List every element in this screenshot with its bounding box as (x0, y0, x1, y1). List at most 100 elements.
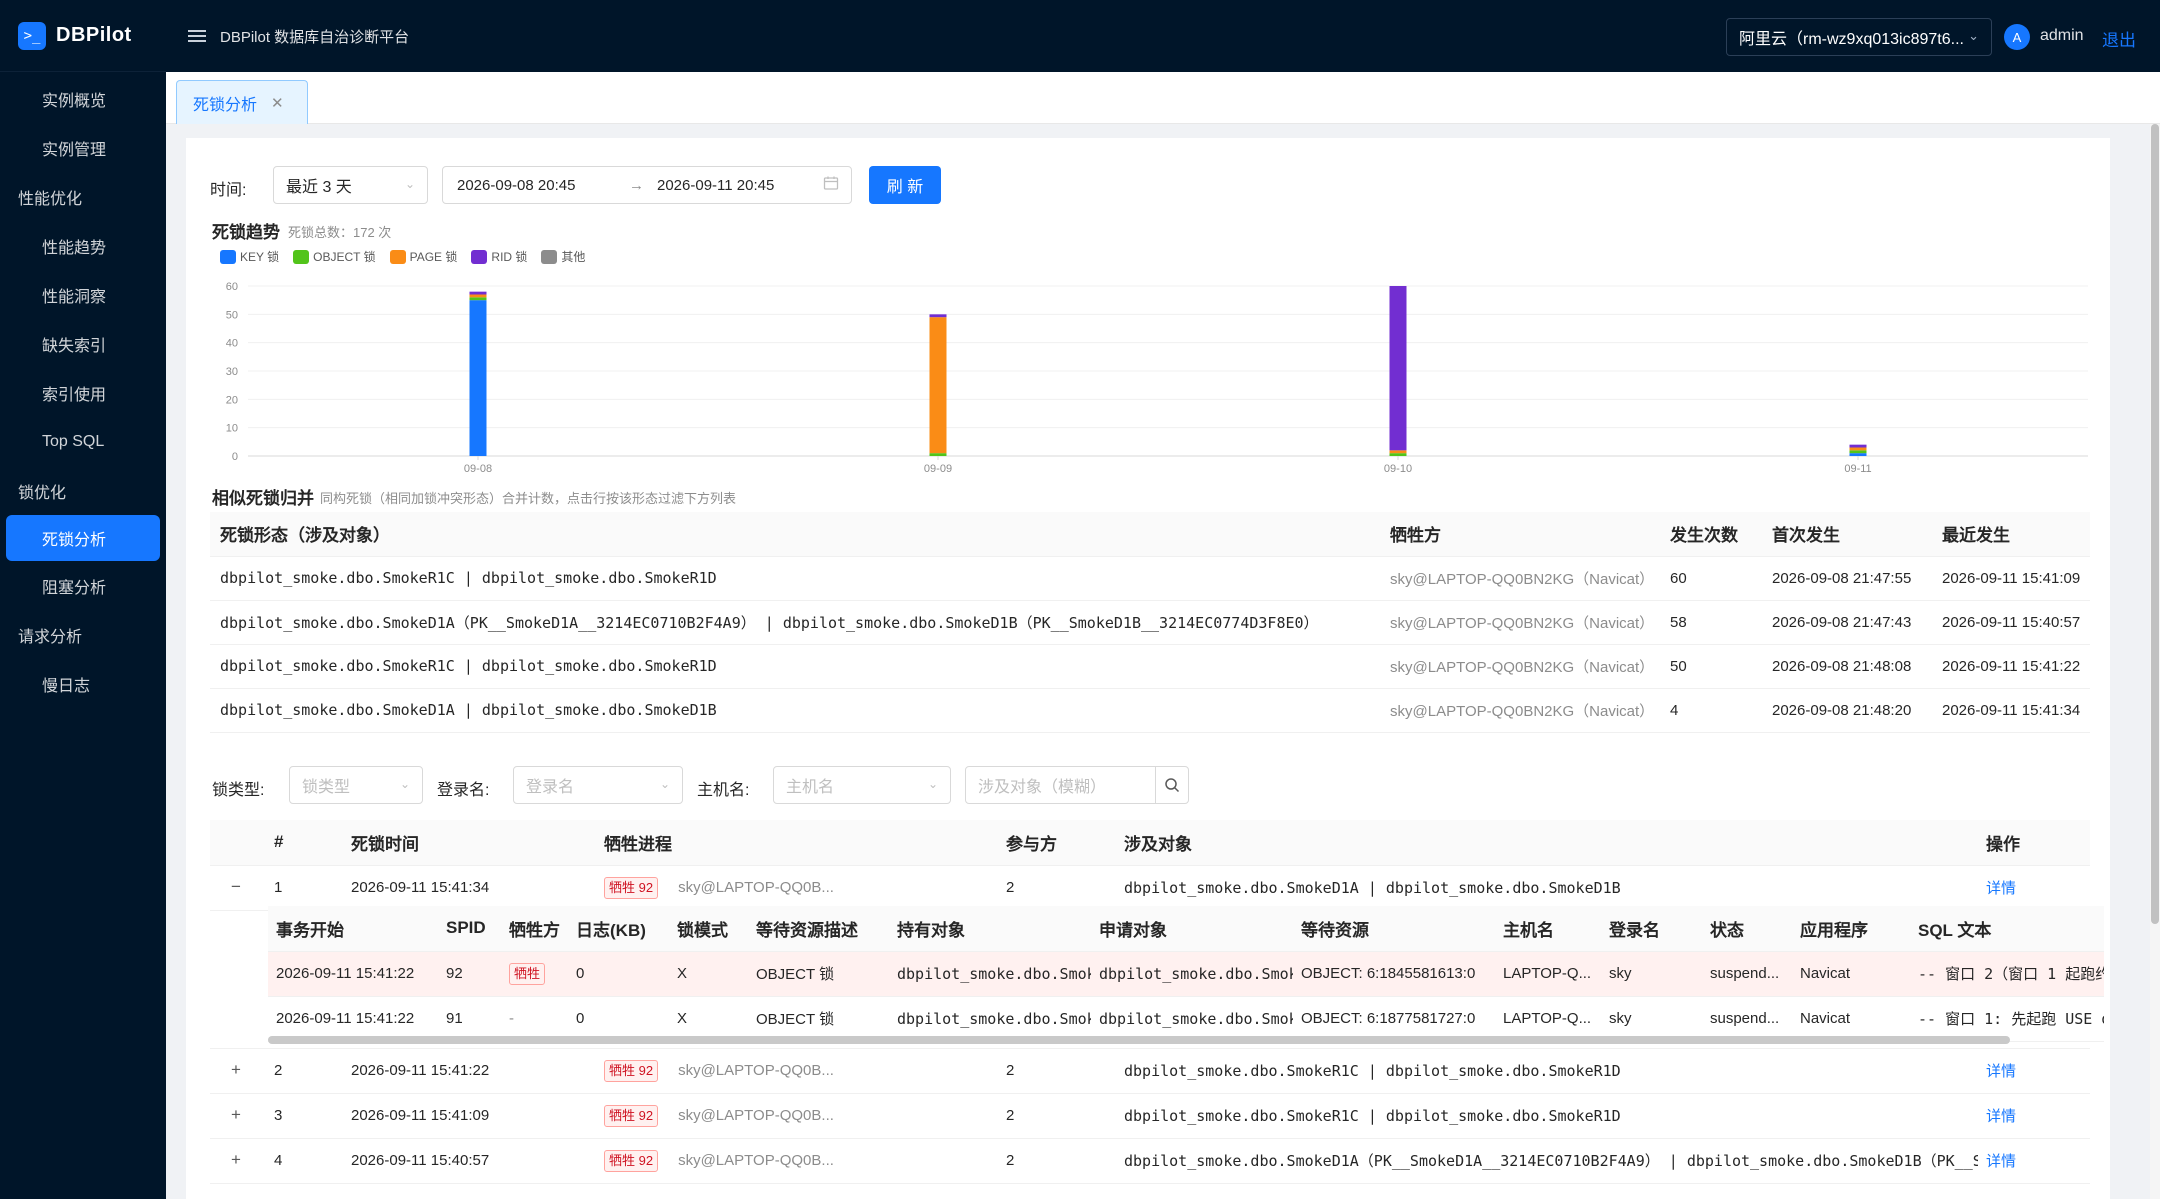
login-select[interactable]: 登录名 ⌄ (513, 766, 683, 804)
similar-row[interactable]: dbpilot_smoke.dbo.SmokeR1C | dbpilot_smo… (210, 556, 2090, 601)
page-scrollbar-thumb[interactable] (2151, 124, 2159, 924)
details-link[interactable]: 详情 (1986, 1063, 2016, 1080)
time-label: 时间: (210, 182, 247, 199)
deadlock-detail-table: 事务开始 SPID 牺牲方 日志(KB) 锁模式 等待资源描述 持有对象 申请对象 等待资源 主机… (268, 906, 2104, 1042)
time-range-select[interactable]: 最近 3 天 ⌄ (273, 166, 428, 204)
col-victim: 牺牲方 (1380, 512, 1660, 557)
host-select[interactable]: 主机名 ⌄ (773, 766, 951, 804)
sidebar-item-10[interactable]: 阻塞分析 (0, 561, 166, 610)
col-victim-process: 牺牲进程 (596, 820, 998, 866)
sidebar-item-6[interactable]: 索引使用 (0, 368, 166, 417)
sidebar-item-9[interactable]: 死锁分析 (6, 515, 160, 561)
bar-segment[interactable] (1849, 450, 1867, 454)
tab-deadlock-analysis[interactable]: 死锁分析 ✕ (176, 80, 308, 124)
sidebar-item-4[interactable]: 性能洞察 (0, 270, 166, 319)
count-cell: 50 (1660, 644, 1762, 689)
bar-segment[interactable] (929, 317, 947, 454)
menu-toggle-icon[interactable] (188, 30, 206, 42)
detail-start-cell: 2026-09-11 15:41:22 (268, 996, 438, 1042)
detail-mode-cell: X (669, 951, 748, 997)
similar-row[interactable]: dbpilot_smoke.dbo.SmokeD1A | dbpilot_smo… (210, 688, 2090, 733)
detail-col: 锁模式 (669, 906, 748, 952)
expand-icon[interactable]: + (228, 1106, 244, 1123)
sidebar-item-2[interactable]: 性能优化 (0, 172, 166, 221)
y-tick-label: 0 (232, 451, 238, 463)
table-row[interactable]: − 1 2026-09-11 15:41:34 牺牲 92 sky@LAPTOP-QQ0… (210, 865, 2090, 911)
action-cell: 详情 (1978, 1093, 2090, 1139)
host-placeholder: 主机名 (786, 779, 835, 796)
legend-item[interactable]: 其他 (541, 248, 585, 265)
sidebar-item-11[interactable]: 请求分析 (0, 610, 166, 659)
details-link[interactable]: 详情 (1986, 880, 2016, 897)
legend-item[interactable]: RID 锁 (471, 248, 527, 265)
bar-segment[interactable] (1849, 453, 1867, 456)
horizontal-scrollbar[interactable] (268, 1036, 2010, 1044)
detail-start-cell: 2026-09-11 15:41:22 (268, 951, 438, 997)
sidebar-item-1[interactable]: 实例管理 (0, 123, 166, 172)
lock-type-select[interactable]: 锁类型 ⌄ (289, 766, 423, 804)
expand-icon[interactable]: + (228, 1151, 244, 1168)
sidebar-item-5[interactable]: 缺失索引 (0, 319, 166, 368)
refresh-button[interactable]: 刷 新 (869, 166, 941, 204)
calendar-icon[interactable] (823, 175, 839, 195)
bar-segment[interactable] (469, 300, 487, 456)
detail-held-cell: dbpilot_smoke.dbo.Smoke... (889, 951, 1091, 997)
instance-select[interactable]: 阿里云（rm-wz9xq013ic897t6... ⌄ (1726, 18, 1992, 56)
similar-row[interactable]: dbpilot_smoke.dbo.SmokeD1A（PK__SmokeD1A_… (210, 600, 2090, 645)
sidebar-item-label: 性能洞察 (42, 288, 107, 306)
sidebar-item-12[interactable]: 慢日志 (0, 659, 166, 708)
bar-segment[interactable] (929, 314, 947, 318)
sidebar-item-3[interactable]: 性能趋势 (0, 221, 166, 270)
bar-segment[interactable] (929, 453, 947, 456)
legend-label: OBJECT 锁 (313, 250, 376, 264)
legend-item[interactable]: KEY 锁 (220, 248, 279, 265)
bar-segment[interactable] (1389, 453, 1407, 456)
table-row[interactable]: +2 2026-09-11 15:41:22 牺牲 92 sky@LAPTOP-QQ0… (210, 1048, 2090, 1094)
bar-segment[interactable] (1849, 444, 1867, 448)
y-tick-label: 20 (226, 394, 238, 406)
details-link[interactable]: 详情 (1986, 1108, 2016, 1125)
detail-wait-cell: OBJECT: 6:1845581613:0 (1293, 951, 1495, 997)
table-row[interactable]: +4 2026-09-11 15:40:57 牺牲 92 sky@LAPTOP-QQ0… (210, 1138, 2090, 1184)
end-date[interactable]: 2026-09-11 20:45 (657, 177, 774, 194)
close-icon[interactable]: ✕ (271, 94, 284, 112)
detail-host-cell: LAPTOP-Q... (1495, 951, 1601, 997)
search-button[interactable] (1155, 766, 1189, 804)
bar-segment[interactable] (469, 291, 487, 295)
start-date[interactable]: 2026-09-08 20:45 (457, 177, 575, 194)
objects-cell: dbpilot_smoke.dbo.SmokeR1C | dbpilot_smo… (1116, 1093, 1978, 1139)
header-title: DBPilot 数据库自治诊断平台 (220, 28, 410, 46)
similar-row[interactable]: dbpilot_smoke.dbo.SmokeR1C | dbpilot_smo… (210, 644, 2090, 689)
bar-segment[interactable] (469, 294, 487, 298)
detail-col: 登录名 (1601, 906, 1702, 952)
sidebar-item-label: 性能趋势 (42, 239, 107, 257)
sidebar-item-7[interactable]: Top SQL (0, 417, 166, 466)
sidebar-item-8[interactable]: 锁优化 (0, 466, 166, 515)
detail-req-cell: dbpilot_smoke.dbo.Smoke... (1091, 951, 1293, 997)
legend-item[interactable]: PAGE 锁 (389, 248, 457, 265)
victim-tag: 牺牲 92 (604, 1104, 659, 1127)
index-cell: 3 (266, 1093, 343, 1139)
table-row[interactable]: +3 2026-09-11 15:41:09 牺牲 92 sky@LAPTOP-QQ0… (210, 1093, 2090, 1139)
last-cell: 2026-09-11 15:41:09 (1932, 556, 2090, 601)
bar-segment[interactable] (1849, 447, 1867, 451)
sidebar-item-0[interactable]: 实例概览 (0, 74, 166, 123)
collapse-icon[interactable]: − (228, 878, 244, 895)
expand-icon[interactable]: + (228, 1061, 244, 1078)
bar-segment[interactable] (1389, 450, 1407, 454)
logout-link[interactable]: 退出 (2102, 26, 2136, 51)
avatar[interactable]: A (2004, 24, 2030, 50)
detail-held-cell: dbpilot_smoke.dbo.Smoke... (889, 996, 1091, 1042)
bar-segment[interactable] (469, 297, 487, 301)
victim-name: sky@LAPTOP-QQ0B... (678, 1151, 834, 1169)
col-last: 最近发生 (1932, 512, 2090, 557)
bar-segment[interactable] (1389, 286, 1407, 451)
object-search-input[interactable]: 涉及对象（模糊） (965, 766, 1156, 804)
date-range-picker[interactable]: 2026-09-08 20:45 → 2026-09-11 20:45 (442, 166, 852, 204)
legend-item[interactable]: OBJECT 锁 (293, 248, 376, 265)
time-cell: 2026-09-11 15:40:57 (343, 1138, 596, 1184)
last-cell: 2026-09-11 15:41:34 (1932, 688, 2090, 733)
details-link[interactable]: 详情 (1986, 1153, 2016, 1170)
similar-title: 相似死锁归并 (212, 489, 314, 508)
chevron-down-icon: ⌄ (404, 177, 415, 191)
